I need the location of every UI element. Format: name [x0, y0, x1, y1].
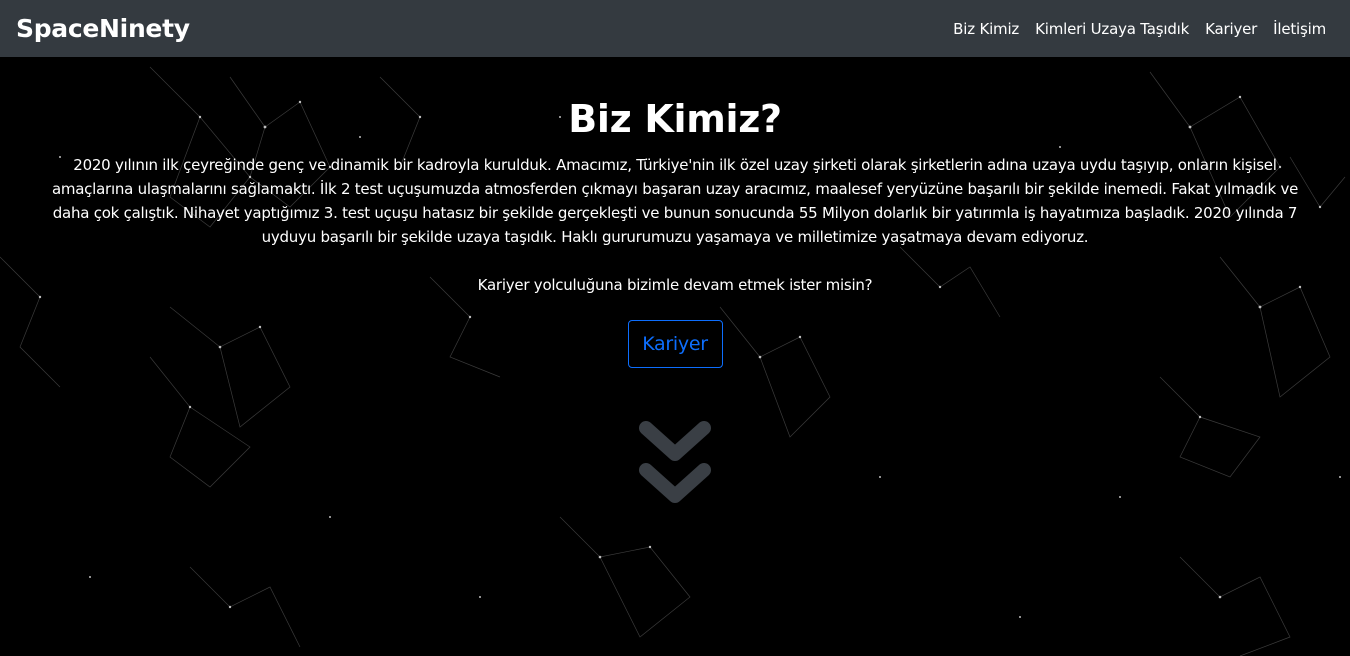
nav-link-iletisim[interactable]: İletişim: [1273, 20, 1326, 38]
nav-links: Biz Kimiz Kimleri Uzaya Taşıdık Kariyer …: [953, 20, 1326, 38]
hero-section: Biz Kimiz? 2020 yılının ilk çeyreğinde g…: [0, 57, 1350, 368]
career-question: Kariyer yolculuğuna bizimle devam etmek …: [477, 275, 873, 294]
nav-link-kariyer[interactable]: Kariyer: [1205, 20, 1257, 38]
nav-link-biz-kimiz[interactable]: Biz Kimiz: [953, 20, 1019, 38]
about-paragraph: 2020 yılının ilk çeyreğinde genç ve dina…: [51, 155, 1299, 246]
nav-link-kimleri-uzaya-tasidik[interactable]: Kimleri Uzaya Taşıdık: [1035, 20, 1189, 38]
page-title: Biz Kimiz?: [568, 97, 782, 141]
top-navbar: SpaceNinety Biz Kimiz Kimleri Uzaya Taşı…: [0, 0, 1350, 57]
double-chevron-down-icon[interactable]: [638, 418, 712, 514]
kariyer-button[interactable]: Kariyer: [627, 319, 723, 368]
brand-logo[interactable]: SpaceNinety: [16, 14, 190, 43]
